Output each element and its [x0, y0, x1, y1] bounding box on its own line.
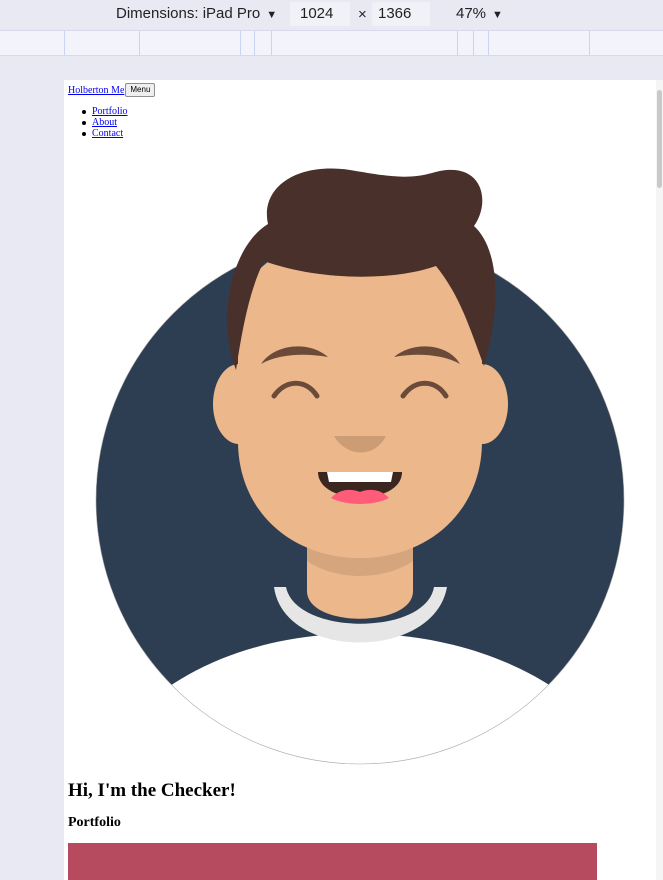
scrollbar-thumb[interactable] — [657, 90, 662, 188]
zoom-dropdown[interactable]: 47% ▼ — [456, 5, 503, 22]
ruler-tick — [589, 31, 590, 55]
width-value: 1024 — [300, 5, 334, 22]
media-query-ruler — [0, 30, 663, 56]
nav-item: Portfolio — [82, 106, 128, 117]
brand-link[interactable]: Holberton Me — [68, 85, 124, 96]
ruler-tick — [473, 31, 474, 55]
height-value: 1366 — [378, 5, 412, 22]
dimension-swap-icon[interactable]: × — [358, 6, 367, 23]
nav-list: Portfolio About Contact — [82, 106, 128, 139]
device-viewport: Holberton Me Menu Portfolio About Contact — [64, 80, 663, 880]
ruler-tick — [64, 31, 65, 55]
ruler-tick — [139, 31, 140, 55]
nav-link-contact[interactable]: Contact — [92, 128, 123, 139]
ruler-tick — [457, 31, 458, 55]
menu-button[interactable]: Menu — [125, 83, 156, 97]
height-input[interactable]: 1366 — [372, 2, 430, 26]
portfolio-heading: Portfolio — [68, 815, 121, 830]
nav-link-portfolio[interactable]: Portfolio — [92, 106, 128, 117]
ruler-tick — [254, 31, 255, 55]
nav-link-about[interactable]: About — [92, 117, 117, 128]
portfolio-card[interactable] — [68, 843, 597, 880]
zoom-value: 47% — [456, 5, 487, 22]
ruler-tick — [240, 31, 241, 55]
dropdown-caret-icon: ▼ — [492, 9, 503, 21]
avatar-illustration — [95, 168, 625, 765]
device-dimensions-label: Dimensions: iPad Pro — [116, 5, 261, 22]
width-input[interactable]: 1024 — [290, 2, 350, 26]
site-header: Holberton Me Menu — [68, 83, 156, 98]
nav-item: Contact — [82, 128, 128, 139]
ruler-tick — [488, 31, 489, 55]
nav-item: About — [82, 117, 128, 128]
device-dimensions-dropdown[interactable]: Dimensions: iPad Pro ▼ — [116, 5, 277, 22]
ruler-tick — [271, 31, 272, 55]
device-toolbar: Dimensions: iPad Pro ▼ 1024 × 1366 47% ▼ — [0, 0, 663, 30]
page-scrollbar[interactable] — [656, 80, 663, 880]
dropdown-caret-icon: ▼ — [266, 9, 278, 21]
hero-title: Hi, I'm the Checker! — [68, 780, 236, 801]
